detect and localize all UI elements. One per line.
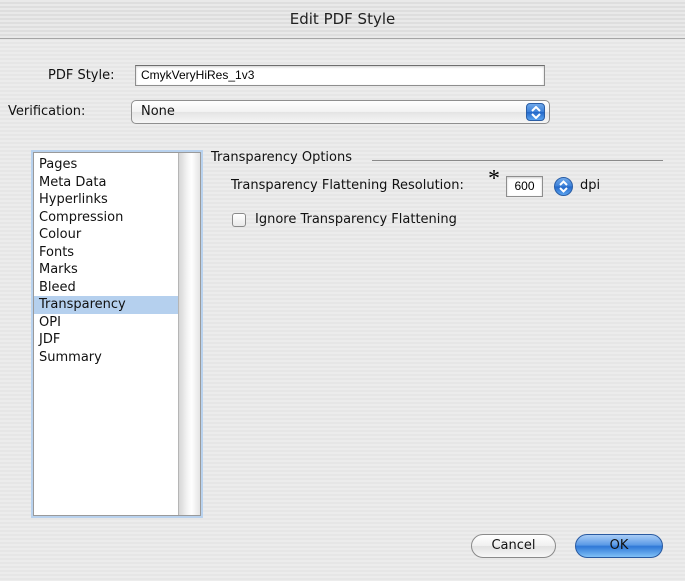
flattening-resolution-label: Transparency Flattening Resolution: bbox=[231, 178, 464, 193]
list-item-pages[interactable]: Pages bbox=[34, 156, 179, 174]
list-item-transparency[interactable]: Transparency bbox=[34, 296, 179, 314]
verification-popup[interactable]: None bbox=[131, 100, 550, 124]
up-down-chevrons-icon bbox=[526, 103, 545, 121]
list-item-opi[interactable]: OPI bbox=[34, 314, 179, 332]
required-asterisk: * bbox=[488, 166, 500, 192]
edit-pdf-style-dialog: Edit PDF Style PDF Style: CmykVeryHiRes_… bbox=[0, 0, 685, 581]
list-item-hyperlinks[interactable]: Hyperlinks bbox=[34, 191, 179, 209]
list-item-meta-data[interactable]: Meta Data bbox=[34, 174, 179, 192]
list-item-bleed[interactable]: Bleed bbox=[34, 279, 179, 297]
list-item-fonts[interactable]: Fonts bbox=[34, 244, 179, 262]
group-divider bbox=[372, 160, 663, 161]
list-item-colour[interactable]: Colour bbox=[34, 226, 179, 244]
cancel-button[interactable]: Cancel bbox=[471, 534, 556, 558]
ignore-flattening-label[interactable]: Ignore Transparency Flattening bbox=[255, 212, 457, 227]
ok-button[interactable]: OK bbox=[575, 534, 663, 558]
resolution-stepper[interactable] bbox=[554, 177, 573, 196]
window-title: Edit PDF Style bbox=[0, 0, 685, 39]
list-item-compression[interactable]: Compression bbox=[34, 209, 179, 227]
verification-label: Verification: bbox=[8, 104, 86, 119]
pdf-style-input[interactable]: CmykVeryHiRes_1v3 bbox=[135, 65, 545, 86]
category-list[interactable]: Pages Meta Data Hyperlinks Compression Colou… bbox=[33, 152, 201, 516]
pdf-style-label: PDF Style: bbox=[48, 68, 115, 83]
list-item-jdf[interactable]: JDF bbox=[34, 331, 179, 349]
list-item-marks[interactable]: Marks bbox=[34, 261, 179, 279]
list-item-summary[interactable]: Summary bbox=[34, 349, 179, 367]
verification-value: None bbox=[141, 104, 175, 119]
resolution-unit: dpi bbox=[580, 178, 601, 193]
ignore-flattening-checkbox[interactable] bbox=[232, 213, 246, 227]
transparency-options-title: Transparency Options bbox=[211, 150, 353, 165]
list-scrollbar[interactable] bbox=[178, 153, 200, 515]
flattening-resolution-input[interactable]: 600 bbox=[506, 176, 543, 197]
up-down-stepper-icon bbox=[559, 180, 568, 193]
category-list-items: Pages Meta Data Hyperlinks Compression Colou… bbox=[34, 156, 179, 366]
